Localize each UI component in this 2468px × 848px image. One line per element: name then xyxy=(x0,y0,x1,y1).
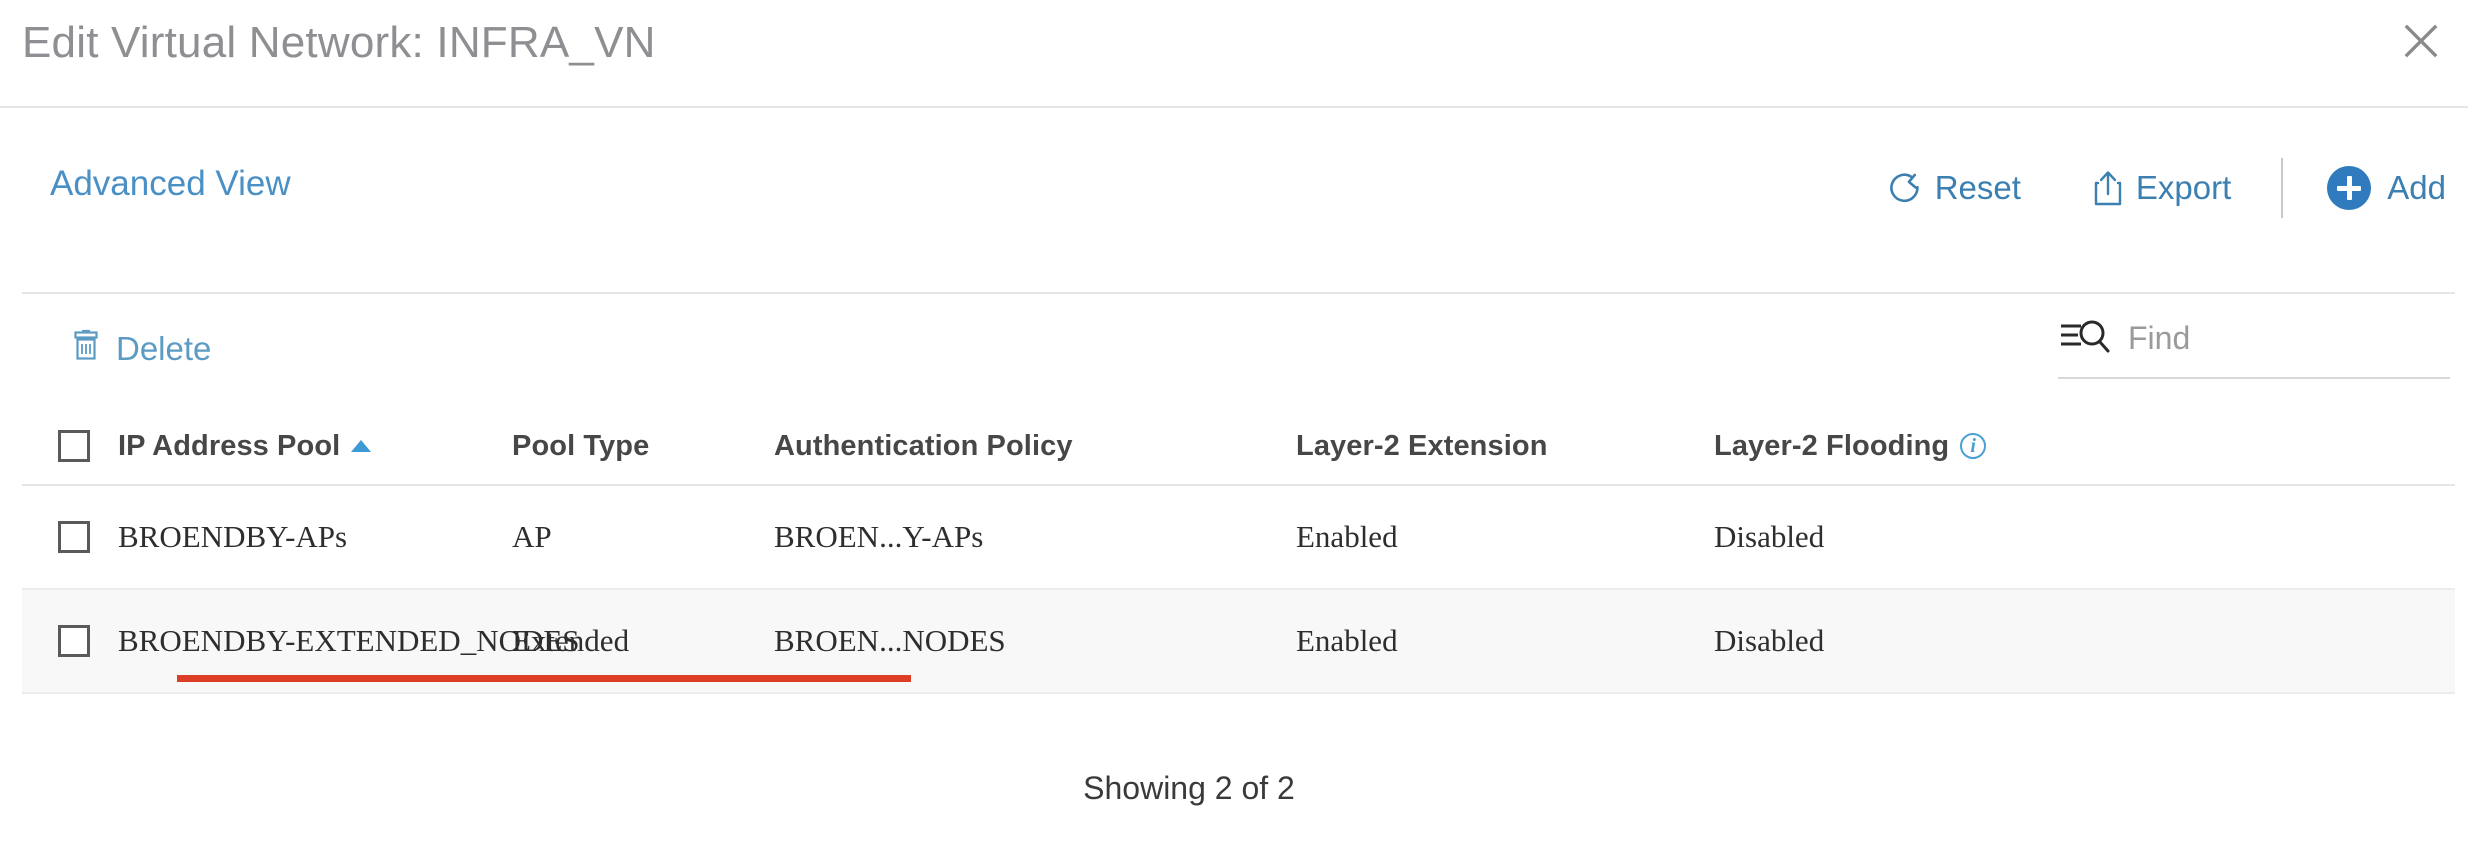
row-select-cell xyxy=(22,625,118,657)
column-header-authentication-policy[interactable]: Authentication Policy xyxy=(774,430,1296,463)
column-header-layer2-flooding[interactable]: Layer-2 Flooding i xyxy=(1714,430,2455,463)
cell-ip-address-pool: BROENDBY-APs xyxy=(118,519,348,554)
table-header-row: IP Address Pool Pool Type Authentication… xyxy=(22,408,2455,486)
column-header-ip-address-pool[interactable]: IP Address Pool xyxy=(118,430,512,463)
page-title: Edit Virtual Network: INFRA_VN xyxy=(22,18,656,67)
column-label: Layer-2 Flooding xyxy=(1714,429,1950,462)
cell-pool-type: AP xyxy=(512,519,552,554)
filter-search-icon[interactable] xyxy=(2058,316,2112,361)
select-all-cell xyxy=(22,430,118,462)
reset-button[interactable]: Reset xyxy=(1850,169,2057,207)
column-header-pool-type[interactable]: Pool Type xyxy=(512,430,774,463)
table-action-row: Delete xyxy=(0,300,2468,405)
select-all-checkbox[interactable] xyxy=(58,430,90,462)
toolbar-actions: Reset Export Add xyxy=(1850,158,2450,218)
cell-pool-type: Extended xyxy=(512,623,630,658)
showing-count-label: Showing 2 of 2 xyxy=(1083,770,1295,806)
advanced-view-link[interactable]: Advanced View xyxy=(50,164,291,204)
find-field-wrapper xyxy=(2058,316,2450,379)
delete-label: Delete xyxy=(116,330,212,367)
plus-circle-icon xyxy=(2327,166,2372,210)
add-label: Add xyxy=(2387,169,2446,206)
cell-layer2-extension: Enabled xyxy=(1296,623,1398,658)
column-label: Authentication Policy xyxy=(774,429,1073,462)
trash-icon xyxy=(72,328,100,370)
column-label: Pool Type xyxy=(512,429,650,462)
toolbar-divider xyxy=(2281,158,2284,218)
column-label: IP Address Pool xyxy=(118,429,341,462)
add-button[interactable]: Add xyxy=(2297,166,2450,210)
table-row[interactable]: BROENDBY-EXTENDED_NODES Extended BROEN..… xyxy=(22,590,2455,694)
dialog-header: Edit Virtual Network: INFRA_VN xyxy=(0,0,2468,108)
delete-button[interactable]: Delete xyxy=(72,328,211,370)
table-footer: Showing 2 of 2 xyxy=(0,770,2468,807)
row-checkbox[interactable] xyxy=(58,521,90,553)
upload-icon xyxy=(2093,169,2123,207)
column-label: Layer-2 Extension xyxy=(1296,429,1548,462)
reset-label: Reset xyxy=(1934,169,2021,206)
cell-layer2-flooding: Disabled xyxy=(1714,623,1825,658)
dialog-toolbar: Advanced View Reset Export Add xyxy=(0,108,2468,293)
search-input[interactable] xyxy=(2128,320,2450,357)
annotation-underline xyxy=(177,675,911,682)
close-icon[interactable] xyxy=(2394,14,2448,68)
cell-authentication-policy: BROEN...NODES xyxy=(774,623,1006,658)
sort-ascending-icon xyxy=(351,440,372,452)
section-divider xyxy=(22,292,2455,294)
table-row[interactable]: BROENDBY-APs AP BROEN...Y-APs Enabled Di… xyxy=(22,486,2455,590)
refresh-icon xyxy=(1886,169,1922,207)
info-icon[interactable]: i xyxy=(1960,433,1987,459)
row-select-cell xyxy=(22,521,118,553)
export-button[interactable]: Export xyxy=(2057,169,2267,207)
ip-pool-table: IP Address Pool Pool Type Authentication… xyxy=(22,408,2455,694)
column-header-layer2-extension[interactable]: Layer-2 Extension xyxy=(1296,430,1714,463)
cell-authentication-policy: BROEN...Y-APs xyxy=(774,519,984,554)
export-label: Export xyxy=(2135,169,2232,206)
cell-ip-address-pool: BROENDBY-EXTENDED_NODES xyxy=(118,623,580,658)
cell-layer2-extension: Enabled xyxy=(1296,519,1398,554)
cell-layer2-flooding: Disabled xyxy=(1714,519,1825,554)
edit-virtual-network-dialog: Edit Virtual Network: INFRA_VN Advanced … xyxy=(0,0,2468,848)
row-checkbox[interactable] xyxy=(58,625,90,657)
